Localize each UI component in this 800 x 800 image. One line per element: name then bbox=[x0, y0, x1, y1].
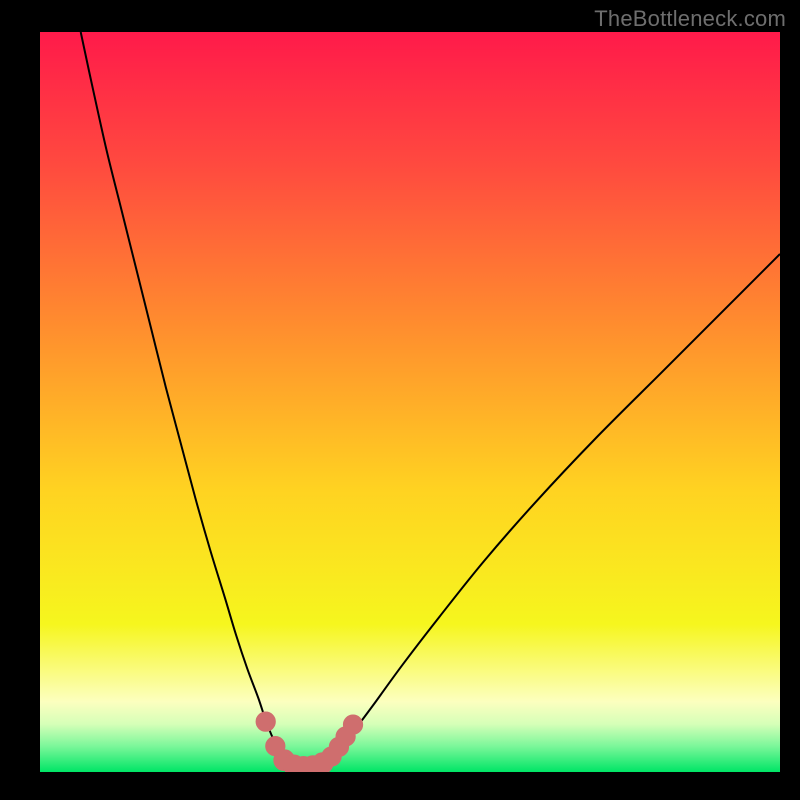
valley-markers bbox=[256, 712, 363, 772]
plot-area bbox=[40, 32, 780, 772]
chart-frame: TheBottleneck.com bbox=[0, 0, 800, 800]
curve-layer bbox=[40, 32, 780, 772]
marker-dot bbox=[343, 715, 362, 734]
watermark-text: TheBottleneck.com bbox=[594, 6, 786, 32]
curve-left-branch bbox=[81, 32, 288, 765]
marker-dot bbox=[256, 712, 275, 731]
curve-right-branch bbox=[325, 254, 780, 765]
